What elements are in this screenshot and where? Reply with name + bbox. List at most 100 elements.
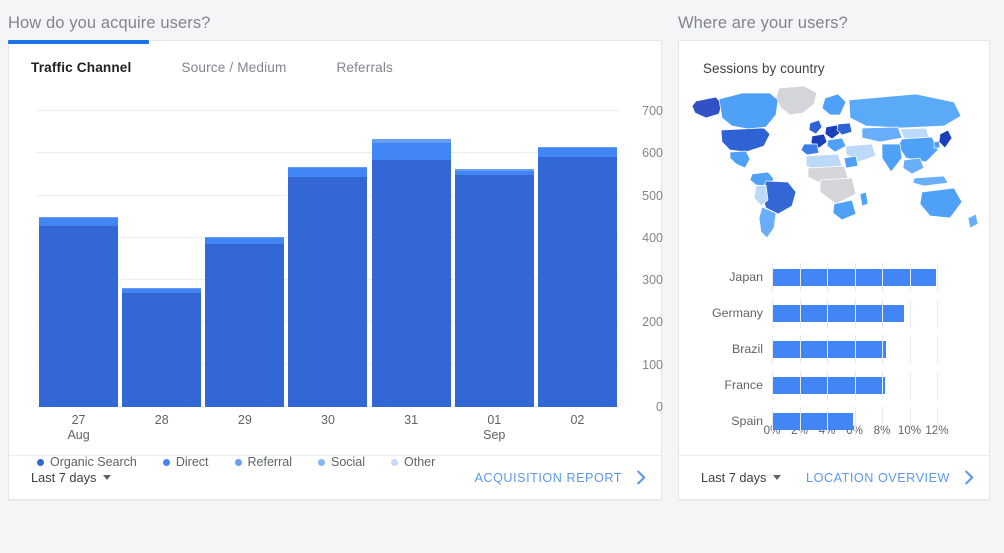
map-country-scandinavia	[821, 93, 847, 116]
bar-segment-direct	[288, 168, 368, 177]
bar-segment-direct	[39, 217, 119, 227]
tab-traffic-channel[interactable]: Traffic Channel	[31, 60, 131, 75]
country-label: Germany	[712, 306, 763, 320]
y-axis-tick: 0	[656, 400, 663, 414]
x-axis-tick-month: Aug	[67, 428, 90, 442]
tab-source-medium[interactable]: Source / Medium	[181, 60, 286, 75]
date-range-selector-acquisition[interactable]: Last 7 days	[31, 470, 112, 485]
world-map[interactable]	[686, 82, 996, 252]
map-country-uk	[808, 119, 823, 135]
gridline	[799, 370, 801, 400]
bar-stack[interactable]	[537, 146, 617, 407]
gridline	[937, 262, 938, 292]
bar-stack[interactable]	[371, 138, 451, 407]
chevron-right-icon	[636, 470, 647, 485]
country-row[interactable]: Germany	[679, 298, 989, 328]
country-bar-track	[772, 406, 948, 436]
gridline	[882, 370, 883, 400]
chevron-right-icon	[964, 470, 975, 485]
bar-segment-organic-search	[39, 226, 119, 407]
country-row[interactable]: Brazil	[679, 334, 989, 364]
x-axis-tick: 31	[404, 413, 419, 427]
gridline	[854, 262, 856, 292]
acquisition-report-label: ACQUISITION REPORT	[474, 470, 622, 485]
x-axis-tick: 28	[154, 413, 169, 427]
location-card: Sessions by country Japan Germany Brazil…	[678, 40, 990, 500]
acquisition-panel: How do you acquire users? Traffic Channe…	[0, 0, 670, 553]
analytics-dashboard: How do you acquire users? Traffic Channe…	[0, 0, 1004, 553]
bar-stack[interactable]	[454, 168, 534, 407]
gridline	[882, 406, 883, 436]
country-row[interactable]: Spain	[679, 406, 989, 436]
country-bar-track	[772, 298, 948, 328]
bar-slot	[370, 111, 453, 407]
y-axis-tick: 700	[642, 104, 663, 118]
map-country-indonesia	[912, 175, 949, 187]
gridline	[909, 406, 911, 436]
gridline	[799, 334, 801, 364]
country-bar-fill	[772, 412, 854, 430]
bar-plot-area	[37, 110, 619, 407]
x-axis-tick: 30	[321, 413, 335, 427]
gridline	[772, 370, 773, 400]
bar-stack[interactable]	[288, 167, 368, 407]
gridline	[827, 262, 828, 292]
country-bar-fill	[772, 376, 885, 394]
map-country-japan	[938, 129, 953, 149]
map-country-canada	[718, 92, 779, 130]
bar-group	[37, 111, 619, 407]
map-country-southeast-asia	[902, 157, 925, 175]
map-country-egypt	[843, 155, 859, 169]
bar-slot	[203, 111, 286, 407]
gridline	[882, 262, 883, 292]
x-axis-tick: 27 Aug	[37, 413, 120, 443]
gridline	[909, 298, 911, 328]
y-axis-tick: 200	[642, 315, 663, 330]
location-card-footer: Last 7 days LOCATION OVERVIEW	[679, 455, 989, 499]
bar-stack[interactable]	[39, 216, 119, 407]
gridline	[909, 334, 911, 364]
gridline	[882, 298, 883, 328]
bar-stack[interactable]	[122, 288, 202, 407]
gridline	[854, 406, 856, 436]
y-axis-tick: 500	[642, 188, 663, 203]
gridline	[937, 298, 938, 328]
caret-down-icon	[773, 475, 782, 480]
y-axis-tick: 400	[642, 230, 663, 245]
gridline	[772, 262, 773, 292]
country-bar-track	[772, 370, 948, 400]
y-axis: 0 100 200 300 400 500 600 700	[623, 93, 663, 425]
bar-slot	[536, 111, 619, 407]
map-country-russia	[848, 93, 962, 129]
bar-stack[interactable]	[205, 237, 285, 407]
acquisition-report-link[interactable]: ACQUISITION REPORT	[474, 470, 647, 485]
gridline	[827, 334, 828, 364]
gridline	[772, 298, 773, 328]
map-country-india	[881, 143, 903, 173]
country-bar-track	[772, 262, 948, 292]
gridline	[854, 298, 856, 328]
bar-slot	[120, 111, 203, 407]
x-axis-tick-month: Sep	[483, 428, 506, 442]
map-country-madagascar	[859, 191, 869, 207]
gridline	[827, 370, 828, 400]
country-bar-fill	[772, 340, 887, 358]
bar-segment-organic-search	[371, 159, 451, 407]
location-overview-link[interactable]: LOCATION OVERVIEW	[806, 470, 975, 485]
location-panel: Where are your users? Sessions by countr…	[670, 0, 1004, 553]
country-row[interactable]: France	[679, 370, 989, 400]
gridline	[937, 406, 938, 436]
y-axis-tick: 100	[642, 357, 663, 372]
bar-segment-organic-search	[122, 292, 202, 407]
acquisition-tabs: Traffic Channel Source / Medium Referral…	[9, 41, 661, 93]
map-country-greenland	[775, 85, 818, 116]
gridline	[772, 406, 773, 436]
x-axis: 27 Aug 28 29 30 31 01 Sep 02	[37, 413, 619, 443]
tab-referrals[interactable]: Referrals	[336, 60, 393, 75]
country-label: Japan	[729, 270, 763, 284]
country-row[interactable]: Japan	[679, 262, 989, 292]
acquisition-card: Traffic Channel Source / Medium Referral…	[8, 40, 663, 500]
map-country-mexico	[729, 150, 751, 169]
date-range-selector-location[interactable]: Last 7 days	[701, 470, 782, 485]
gridline	[854, 370, 856, 400]
